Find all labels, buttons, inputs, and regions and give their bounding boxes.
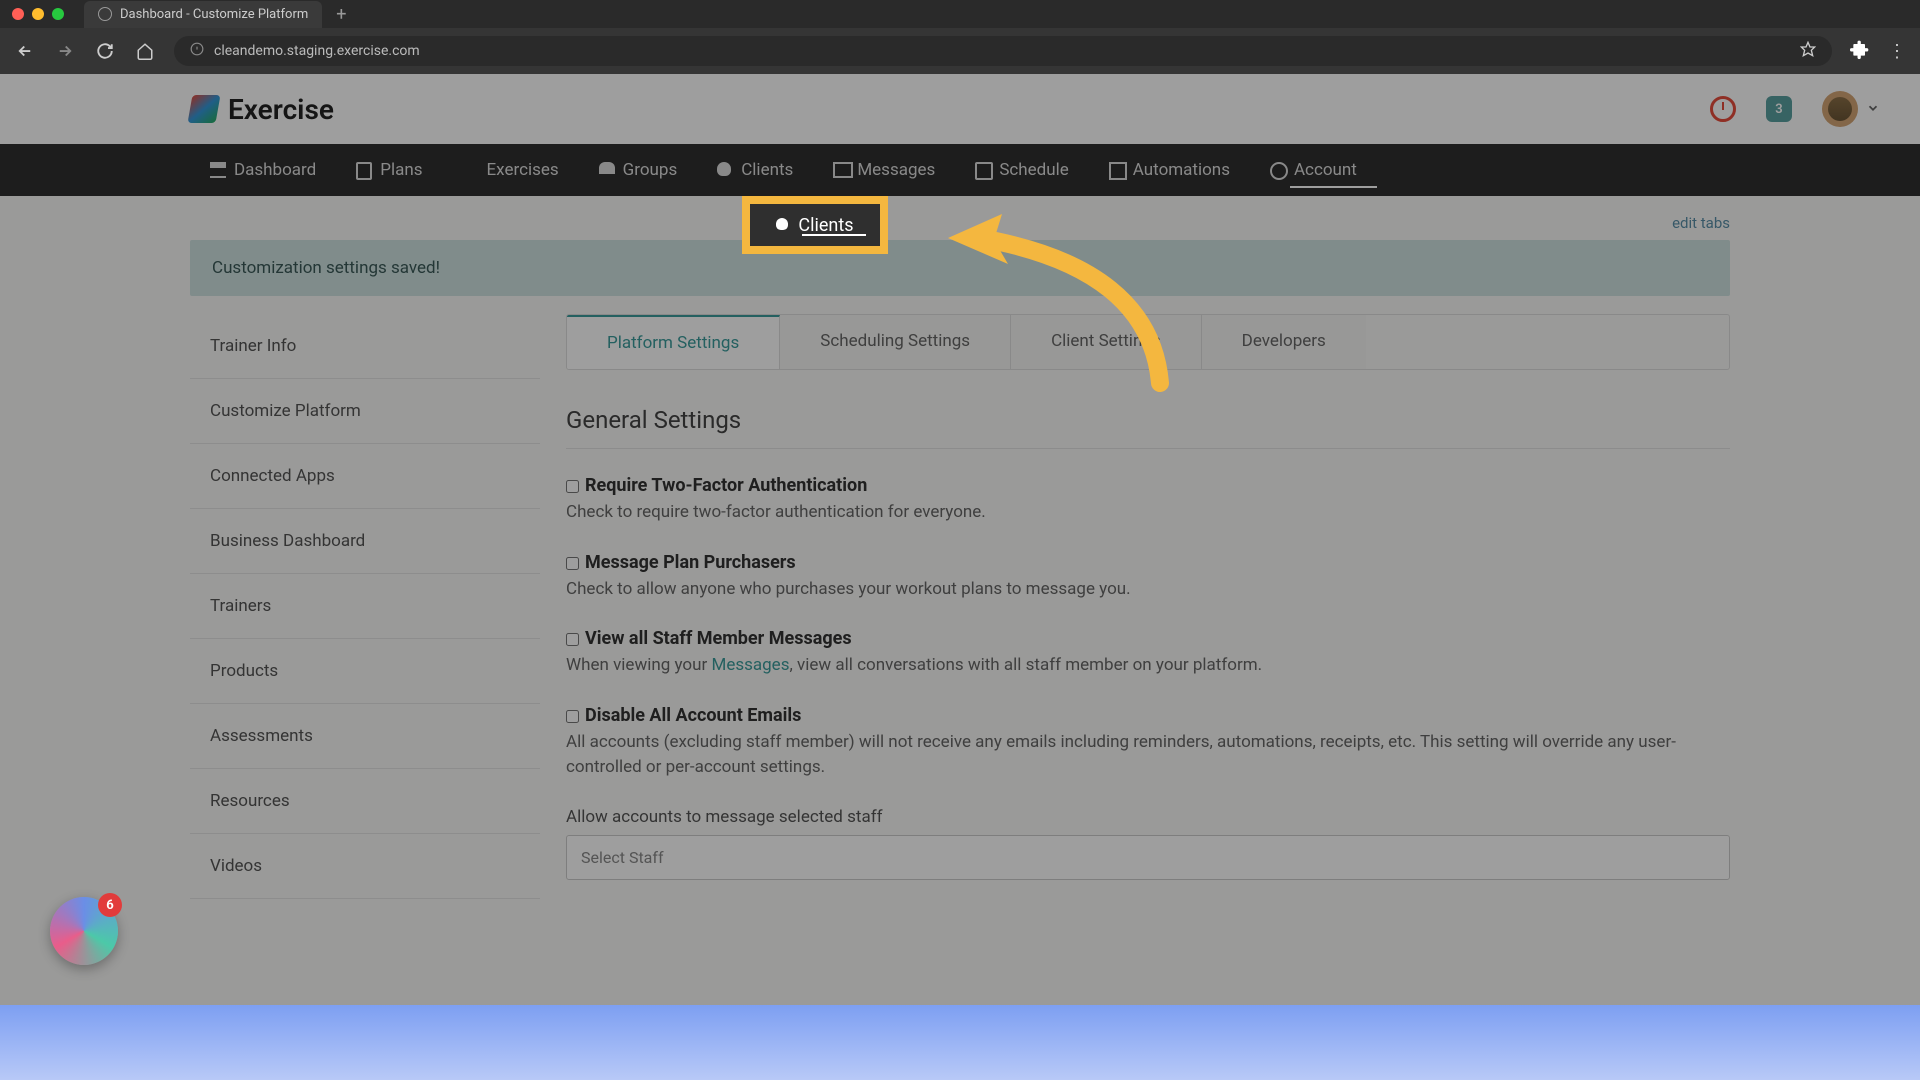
content: edit tabs Customization settings saved! …	[0, 196, 1920, 906]
forward-button[interactable]	[54, 42, 76, 60]
brand-logo[interactable]: Exercise	[190, 93, 334, 126]
globe-icon	[98, 7, 112, 21]
new-tab-button[interactable]: +	[336, 4, 346, 25]
nav-exercises[interactable]: Exercises	[443, 144, 579, 196]
disable-emails-desc: All accounts (excluding staff member) wi…	[566, 730, 1730, 781]
msg-plan-label[interactable]: Message Plan Purchasers	[566, 552, 1730, 573]
home-button[interactable]	[134, 42, 156, 60]
sidebar-item-trainers[interactable]: Trainers	[190, 574, 540, 639]
tab-scheduling-settings[interactable]: Scheduling Settings	[780, 315, 1011, 369]
sidebar-item-videos[interactable]: Videos	[190, 834, 540, 899]
list-icon	[210, 162, 226, 178]
nav-schedule[interactable]: Schedule	[955, 144, 1088, 196]
sidebar-item-products[interactable]: Products	[190, 639, 540, 704]
main-panel: Platform Settings Scheduling Settings Cl…	[566, 314, 1730, 906]
clipboard-icon	[356, 162, 372, 178]
bookmark-icon[interactable]	[1800, 41, 1816, 61]
help-widget[interactable]: 6	[50, 897, 118, 965]
dumbbell-icon	[463, 162, 479, 178]
logo-icon	[188, 95, 221, 123]
app-header: Exercise 3	[0, 74, 1920, 144]
check-square-icon	[1109, 162, 1125, 178]
highlight-box[interactable]: Clients	[742, 196, 888, 254]
tab-platform-settings[interactable]: Platform Settings	[567, 315, 780, 369]
tab-developers[interactable]: Developers	[1202, 315, 1366, 369]
nav-account[interactable]: Account	[1250, 144, 1377, 196]
main-nav: Dashboard Plans Exercises Groups Clients…	[0, 144, 1920, 196]
nav-groups[interactable]: Groups	[579, 144, 698, 196]
avatar	[1822, 91, 1858, 127]
nav-messages[interactable]: Messages	[813, 144, 955, 196]
allow-msg-label: Allow accounts to message selected staff	[566, 807, 1730, 827]
extensions-icon[interactable]	[1850, 39, 1870, 63]
nav-automations[interactable]: Automations	[1089, 144, 1250, 196]
setting-view-staff: View all Staff Member Messages When view…	[566, 628, 1730, 679]
sidebar-item-assessments[interactable]: Assessments	[190, 704, 540, 769]
msg-plan-desc: Check to allow anyone who purchases your…	[566, 577, 1730, 603]
maximize-window-icon[interactable]	[52, 8, 64, 20]
nav-dashboard[interactable]: Dashboard	[190, 144, 336, 196]
view-staff-desc: When viewing your Messages, view all con…	[566, 653, 1730, 679]
setting-allow-message-staff: Allow accounts to message selected staff…	[566, 807, 1730, 880]
window-traffic-lights	[12, 8, 64, 20]
underline	[802, 234, 866, 236]
sidebar-item-trainer-info[interactable]: Trainer Info	[190, 314, 540, 379]
minimize-window-icon[interactable]	[32, 8, 44, 20]
settings-tabs: Platform Settings Scheduling Settings Cl…	[566, 314, 1730, 370]
two-factor-label[interactable]: Require Two-Factor Authentication	[566, 475, 1730, 496]
settings-sidebar: Trainer Info Customize Platform Connecte…	[190, 314, 540, 906]
url-text: cleandemo.staging.exercise.com	[214, 43, 420, 59]
calendar-icon	[975, 162, 991, 178]
tab-client-settings[interactable]: Client Settings	[1011, 315, 1202, 369]
site-info-icon[interactable]	[190, 42, 204, 60]
user-icon	[776, 218, 790, 232]
bottom-gradient	[0, 1005, 1920, 1080]
sidebar-item-connected-apps[interactable]: Connected Apps	[190, 444, 540, 509]
messages-link[interactable]: Messages	[711, 655, 789, 675]
back-button[interactable]	[14, 42, 36, 60]
section-title: General Settings	[566, 406, 1730, 449]
user-circle-icon	[1270, 162, 1286, 178]
disable-emails-checkbox[interactable]	[566, 710, 579, 723]
notification-badge[interactable]: 3	[1766, 96, 1792, 122]
sidebar-item-customize-platform[interactable]: Customize Platform	[190, 379, 540, 444]
nav-clients[interactable]: Clients	[697, 144, 813, 196]
setting-message-plan: Message Plan Purchasers Check to allow a…	[566, 552, 1730, 603]
address-bar[interactable]: cleandemo.staging.exercise.com	[174, 36, 1832, 66]
close-window-icon[interactable]	[12, 8, 24, 20]
reload-button[interactable]	[94, 42, 116, 60]
setting-disable-emails: Disable All Account Emails All accounts …	[566, 705, 1730, 781]
widget-badge: 6	[98, 893, 122, 917]
user-menu[interactable]	[1822, 91, 1880, 127]
browser-tab[interactable]: Dashboard - Customize Platform	[84, 1, 322, 28]
setting-two-factor: Require Two-Factor Authentication Check …	[566, 475, 1730, 526]
view-staff-label[interactable]: View all Staff Member Messages	[566, 628, 1730, 649]
sidebar-item-resources[interactable]: Resources	[190, 769, 540, 834]
edit-tabs-link[interactable]: edit tabs	[190, 210, 1730, 240]
two-factor-desc: Check to require two-factor authenticati…	[566, 500, 1730, 526]
highlight-label: Clients	[798, 215, 853, 236]
nav-plans[interactable]: Plans	[336, 144, 442, 196]
clock-icon[interactable]	[1710, 96, 1736, 122]
chevron-down-icon	[1866, 100, 1880, 119]
app-viewport: Exercise 3 Dashboard Plans Exercises Gro…	[0, 74, 1920, 1005]
two-factor-checkbox[interactable]	[566, 480, 579, 493]
success-alert: Customization settings saved!	[190, 240, 1730, 296]
brand-name: Exercise	[228, 93, 334, 126]
envelope-icon	[833, 162, 849, 178]
browser-tab-strip: Dashboard - Customize Platform +	[0, 0, 1920, 28]
select-staff-dropdown[interactable]: Select Staff	[566, 835, 1730, 880]
browser-menu-icon[interactable]: ⋮	[1888, 41, 1906, 62]
msg-plan-checkbox[interactable]	[566, 557, 579, 570]
view-staff-checkbox[interactable]	[566, 633, 579, 646]
user-icon	[717, 162, 733, 178]
sidebar-item-business-dashboard[interactable]: Business Dashboard	[190, 509, 540, 574]
disable-emails-label[interactable]: Disable All Account Emails	[566, 705, 1730, 726]
tab-title: Dashboard - Customize Platform	[120, 7, 308, 22]
browser-toolbar: cleandemo.staging.exercise.com ⋮	[0, 28, 1920, 74]
group-icon	[599, 162, 615, 178]
